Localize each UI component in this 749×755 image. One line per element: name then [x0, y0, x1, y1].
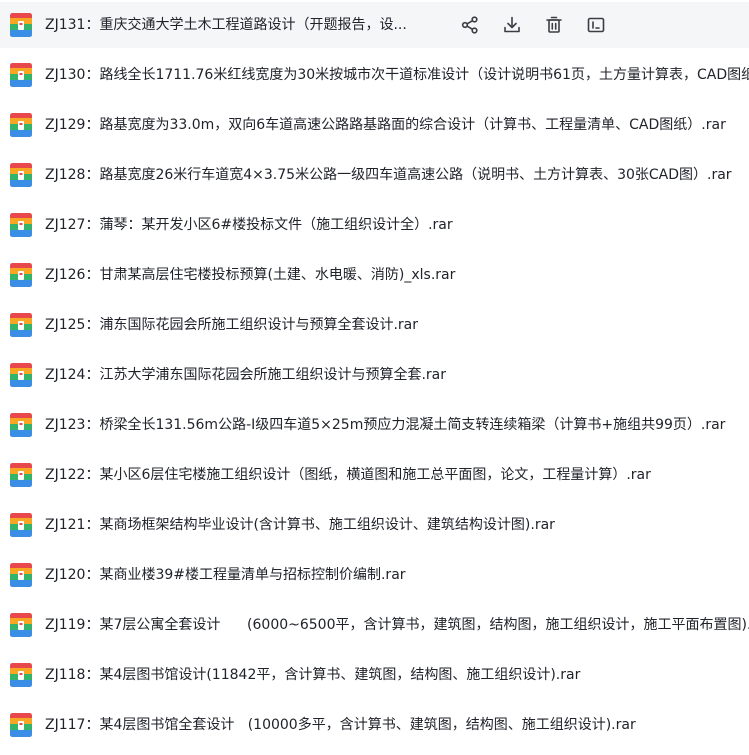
archive-file-icon — [10, 313, 32, 337]
delete-icon — [546, 16, 562, 33]
file-name: ZJ128：路基宽度26米行车道宽4×3.75米公路一级四车道高速公路（说明书、… — [45, 167, 732, 183]
file-name: ZJ119：某7层公寓全套设计 (6000~6500平，含计算书，建筑图，结构图… — [45, 617, 749, 633]
file-row[interactable]: ZJ120：某商业楼39#楼工程量清单与招标控制价编制.rar — [0, 552, 749, 598]
file-name: ZJ130：路线全长1711.76米红线宽度为30米按城市次干道标准设计（设计说… — [45, 67, 749, 83]
file-row[interactable]: ZJ126：甘肃某高层住宅楼投标预算(土建、水电暖、消防)_xls.rar — [0, 252, 749, 298]
row-actions — [458, 13, 626, 37]
file-name: ZJ129：路基宽度为33.0m，双向6车道高速公路路基路面的综合设计（计算书、… — [45, 117, 726, 133]
file-name: ZJ124：江苏大学浦东国际花园会所施工组织设计与预算全套.rar — [45, 367, 446, 383]
file-row[interactable]: ZJ131：重庆交通大学土木工程道路设计（开题报告，设... — [0, 2, 749, 48]
file-row[interactable]: ZJ124：江苏大学浦东国际花园会所施工组织设计与预算全套.rar — [0, 352, 749, 398]
archive-file-icon — [10, 13, 32, 37]
archive-file-icon — [10, 663, 32, 687]
archive-file-icon — [10, 213, 32, 237]
file-row[interactable]: ZJ122：某小区6层住宅楼施工组织设计（图纸，横道图和施工总平面图，论文，工程… — [0, 452, 749, 498]
file-row[interactable]: ZJ117：某4层图书馆全套设计 (10000多平，含计算书、建筑图，结构图、施… — [0, 702, 749, 748]
file-name: ZJ123：桥梁全长131.56m公路-Ⅰ级四车道5×25m预应力混凝土简支转连… — [45, 417, 726, 433]
file-row[interactable]: ZJ119：某7层公寓全套设计 (6000~6500平，含计算书，建筑图，结构图… — [0, 602, 749, 648]
file-row[interactable]: ZJ121：某商场框架结构毕业设计(含计算书、施工组织设计、建筑结构设计图).r… — [0, 502, 749, 548]
file-row[interactable]: ZJ128：路基宽度26米行车道宽4×3.75米公路一级四车道高速公路（说明书、… — [0, 152, 749, 198]
delete-button[interactable] — [542, 13, 566, 37]
file-name: ZJ126：甘肃某高层住宅楼投标预算(土建、水电暖、消防)_xls.rar — [45, 267, 456, 283]
file-row[interactable]: ZJ129：路基宽度为33.0m，双向6车道高速公路路基路面的综合设计（计算书、… — [0, 102, 749, 148]
download-button[interactable] — [500, 13, 524, 37]
archive-file-icon — [10, 613, 32, 637]
file-row[interactable]: ZJ123：桥梁全长131.56m公路-Ⅰ级四车道5×25m预应力混凝土简支转连… — [0, 402, 749, 448]
rename-button[interactable] — [584, 13, 608, 37]
archive-file-icon — [10, 563, 32, 587]
file-name: ZJ127：蒲琴：某开发小区6#楼投标文件（施工组织设计全）.rar — [45, 217, 453, 233]
file-name: ZJ131：重庆交通大学土木工程道路设计（开题报告，设... — [45, 17, 407, 33]
file-name: ZJ118：某4层图书馆设计(11842平，含计算书、建筑图，结构图、施工组织设… — [45, 667, 581, 683]
file-name: ZJ122：某小区6层住宅楼施工组织设计（图纸，横道图和施工总平面图，论文，工程… — [45, 467, 651, 483]
archive-file-icon — [10, 113, 32, 137]
share-button[interactable] — [458, 13, 482, 37]
file-name: ZJ121：某商场框架结构毕业设计(含计算书、施工组织设计、建筑结构设计图).r… — [45, 517, 555, 533]
archive-file-icon — [10, 63, 32, 87]
archive-file-icon — [10, 713, 32, 737]
file-row[interactable]: ZJ130：路线全长1711.76米红线宽度为30米按城市次干道标准设计（设计说… — [0, 52, 749, 98]
file-list: ZJ131：重庆交通大学土木工程道路设计（开题报告，设... ZJ130：路线全… — [0, 0, 749, 755]
archive-file-icon — [10, 363, 32, 387]
file-row[interactable]: ZJ118：某4层图书馆设计(11842平，含计算书、建筑图，结构图、施工组织设… — [0, 652, 749, 698]
download-icon — [504, 16, 520, 33]
archive-file-icon — [10, 263, 32, 287]
archive-file-icon — [10, 163, 32, 187]
file-name: ZJ120：某商业楼39#楼工程量清单与招标控制价编制.rar — [45, 567, 406, 583]
rename-icon — [587, 17, 605, 33]
file-name: ZJ125：浦东国际花园会所施工组织设计与预算全套设计.rar — [45, 317, 418, 333]
file-name: ZJ117：某4层图书馆全套设计 (10000多平，含计算书、建筑图，结构图、施… — [45, 717, 636, 733]
share-icon — [461, 16, 478, 34]
file-row[interactable]: ZJ125：浦东国际花园会所施工组织设计与预算全套设计.rar — [0, 302, 749, 348]
archive-file-icon — [10, 413, 32, 437]
archive-file-icon — [10, 463, 32, 487]
archive-file-icon — [10, 513, 32, 537]
file-row[interactable]: ZJ127：蒲琴：某开发小区6#楼投标文件（施工组织设计全）.rar — [0, 202, 749, 248]
